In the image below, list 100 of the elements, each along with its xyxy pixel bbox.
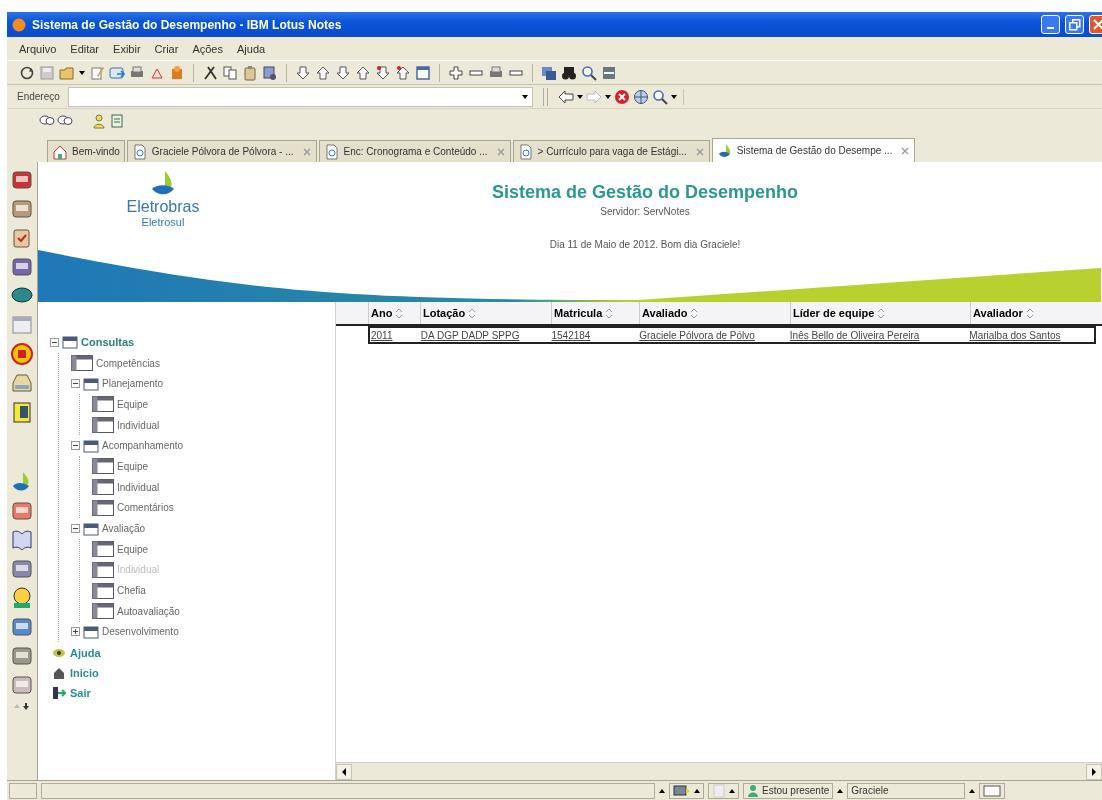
- arrow-up-icon[interactable]: [395, 64, 411, 81]
- tree-item[interactable]: Equipe: [117, 398, 149, 410]
- column-header[interactable]: Ano: [368, 302, 420, 324]
- menu-item[interactable]: Ações: [186, 40, 229, 57]
- tree-item[interactable]: Consultas: [81, 336, 135, 349]
- address-field[interactable]: [67, 86, 533, 107]
- tab[interactable]: > Currículo para vaga de Estági...: [512, 140, 710, 162]
- tree-item[interactable]: Individual: [117, 481, 160, 493]
- expand-icon[interactable]: [71, 627, 80, 637]
- caret-icon[interactable]: [576, 92, 583, 101]
- database-icon[interactable]: [10, 197, 34, 221]
- tree-item[interactable]: Avaliação: [102, 523, 146, 535]
- arrow-down-icon[interactable]: [335, 64, 351, 81]
- globe-icon[interactable]: [632, 88, 649, 105]
- caret-icon[interactable]: [79, 68, 85, 77]
- menu-item[interactable]: Editar: [64, 40, 106, 57]
- menu-item[interactable]: Ajuda: [231, 40, 272, 57]
- column-header[interactable]: Avaliador: [970, 302, 1096, 324]
- database-icon[interactable]: [10, 557, 34, 581]
- tree-item[interactable]: Individual: [117, 419, 160, 431]
- minimize-button[interactable]: [1041, 15, 1060, 34]
- home-icon: [52, 143, 68, 160]
- column-header[interactable]: Matricula: [551, 302, 639, 324]
- menu-item[interactable]: Exibir: [107, 40, 147, 57]
- column-header[interactable]: Avaliado: [639, 302, 790, 324]
- copy-icon[interactable]: [222, 64, 238, 81]
- nav-link[interactable]: Inicio: [70, 667, 99, 680]
- plus-icon[interactable]: [448, 64, 464, 81]
- mail-icon[interactable]: [109, 64, 125, 81]
- database-icon[interactable]: [10, 499, 34, 523]
- nav-link[interactable]: Ajuda: [70, 647, 101, 660]
- paste-icon[interactable]: [242, 64, 258, 81]
- close-icon: [495, 146, 506, 157]
- caret-icon[interactable]: [604, 92, 611, 101]
- stop-icon[interactable]: [613, 88, 630, 105]
- folder-view-icon: [83, 437, 99, 454]
- figure-icon[interactable]: [10, 586, 34, 610]
- refresh-icon[interactable]: [19, 64, 35, 81]
- tree-item[interactable]: Equipe: [117, 460, 149, 472]
- tree-item[interactable]: Desenvolvimento: [102, 626, 179, 638]
- window-title: Sistema de Gestão do Desempenho - IBM Lotus Notes: [32, 17, 343, 32]
- tree-item[interactable]: Competências: [96, 357, 160, 369]
- search-icon[interactable]: [651, 88, 668, 105]
- tab[interactable]: Graciele Pólvora de Pólvora - ...: [126, 140, 317, 162]
- arrow-up-icon[interactable]: [355, 64, 371, 81]
- menu-item[interactable]: Arquivo: [13, 40, 63, 57]
- database-icon[interactable]: [10, 168, 34, 192]
- database-icon[interactable]: [10, 255, 34, 279]
- house-icon: [52, 666, 66, 681]
- windows-icon[interactable]: [541, 64, 557, 81]
- arrow-down-icon[interactable]: [375, 64, 391, 81]
- address-label: Endereço: [16, 91, 61, 102]
- menu-item[interactable]: Criar: [148, 40, 185, 57]
- restore-button[interactable]: [1065, 15, 1084, 34]
- column-header[interactable]: Líder de equipe: [790, 302, 970, 324]
- view-icon: [92, 396, 114, 413]
- cut-icon[interactable]: [202, 64, 218, 81]
- column-header[interactable]: Lotação: [420, 302, 551, 324]
- tab[interactable]: Enc: Cronograma e Conteúdo ...: [318, 140, 511, 162]
- presence-status[interactable]: Estou presente: [743, 782, 834, 799]
- table-row[interactable]: 2011 DA DGP DADP SPPG 1542184 Graciele Pólvora de Pólvo Inês Bello de Oliveira Pereira Marialba dos Santos: [368, 326, 1096, 344]
- scroll-right-button[interactable]: [1086, 763, 1102, 780]
- binoculars-icon[interactable]: [561, 64, 577, 81]
- tab[interactable]: Bem-vindo: [47, 140, 125, 162]
- book-icon[interactable]: [10, 528, 34, 552]
- back-icon[interactable]: [557, 88, 574, 105]
- tree-item[interactable]: Planejamento: [102, 378, 164, 390]
- calendar-icon[interactable]: [415, 64, 431, 81]
- collapse-icon[interactable]: [50, 337, 59, 347]
- table-cell-text: Graciele Pólvora de Pólvo: [638, 329, 756, 341]
- tree-item[interactable]: Autoavaliação: [117, 605, 180, 617]
- caret-icon[interactable]: [670, 92, 677, 101]
- tab[interactable]: Sistema de Gestão do Desempe ...: [711, 138, 916, 162]
- arrow-up-icon[interactable]: [315, 64, 331, 81]
- sort-icon: [394, 306, 405, 320]
- table-cell-text: Inês Bello de Oliveira Pereira: [788, 329, 921, 341]
- tree-item[interactable]: Equipe: [117, 543, 149, 555]
- tree-item[interactable]: Chefia: [117, 585, 146, 597]
- nav-link[interactable]: Sair: [70, 687, 91, 700]
- window-icon[interactable]: [983, 783, 1002, 798]
- scroll-arrows-icon[interactable]: [13, 702, 31, 711]
- inbox-icon[interactable]: [10, 371, 34, 395]
- search-icon[interactable]: [581, 64, 597, 81]
- tree-item[interactable]: Acompanhamento: [102, 440, 184, 452]
- badge-icon[interactable]: [10, 342, 34, 366]
- greeting-text: Dia 11 de Maio de 2012. Bom dia Graciele!: [549, 239, 741, 250]
- collapse-icon[interactable]: [71, 379, 80, 389]
- database-icon[interactable]: [10, 673, 34, 697]
- tree-item[interactable]: Comentários: [117, 502, 174, 514]
- database-icon[interactable]: [10, 615, 34, 639]
- arrow-down-icon[interactable]: [295, 64, 311, 81]
- scroll-left-button[interactable]: [336, 763, 352, 780]
- person-icon[interactable]: [91, 113, 107, 129]
- collapse-icon[interactable]: [71, 524, 80, 534]
- tab-close-button[interactable]: [900, 145, 911, 156]
- database-icon[interactable]: [10, 644, 34, 668]
- user-field[interactable]: Graciele: [847, 782, 966, 799]
- collapse-icon[interactable]: [71, 441, 80, 451]
- panel-icon[interactable]: [601, 64, 617, 81]
- book-icon[interactable]: [10, 400, 34, 424]
